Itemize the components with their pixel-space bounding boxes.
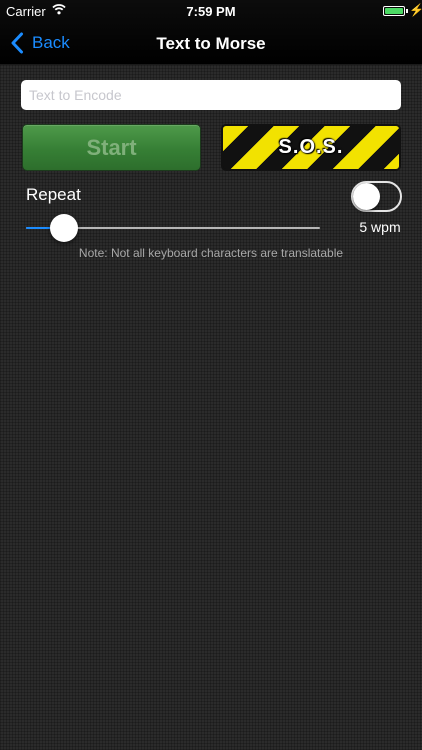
start-label: Start — [86, 134, 137, 160]
status-time: 7:59 PM — [186, 4, 236, 19]
translation-note: Note: Not all keyboard characters are tr… — [78, 246, 344, 260]
speed-slider[interactable] — [26, 213, 320, 243]
sos-label: S.O.S. — [278, 136, 344, 158]
repeat-label: Repeat — [26, 185, 81, 204]
speed-value: 5 wpm — [359, 219, 401, 235]
status-bar: Carrier 7:59 PM ⚡ — [0, 0, 422, 22]
sos-button[interactable]: S.O.S. — [221, 124, 401, 171]
repeat-toggle[interactable] — [351, 181, 402, 212]
navigation-bar: Carrier 7:59 PM ⚡ Back Text to Morse — [0, 0, 422, 65]
page-title: Text to Morse — [156, 34, 266, 53]
battery-icon — [383, 6, 405, 16]
battery-cap — [406, 9, 408, 13]
start-button[interactable]: Start — [22, 124, 201, 171]
toggle-knob — [353, 183, 380, 210]
text-to-encode-input[interactable] — [21, 80, 401, 110]
charging-bolt-icon: ⚡ — [409, 3, 422, 17]
battery-fill — [385, 8, 403, 14]
slider-thumb[interactable] — [50, 214, 79, 242]
